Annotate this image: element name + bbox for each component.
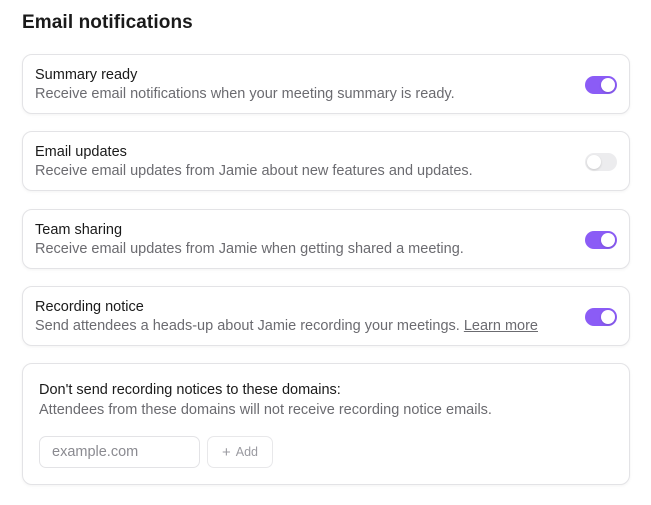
plus-icon: + — [221, 443, 231, 461]
setting-description: Receive email updates from Jamie when ge… — [35, 241, 464, 257]
setting-description: Send attendees a heads-up about Jamie re… — [35, 318, 460, 334]
team-sharing-toggle[interactable] — [585, 231, 617, 249]
setting-email-updates: Email updates Receive email updates from… — [22, 131, 630, 191]
setting-title: Recording notice — [35, 299, 144, 315]
setting-description: Receive email notifications when your me… — [35, 86, 455, 102]
excluded-domains-section: Don't send recording notices to these do… — [22, 363, 630, 485]
summary-ready-toggle[interactable] — [585, 76, 617, 94]
page-title: Email notifications — [22, 12, 193, 33]
add-domain-button[interactable]: + Add — [207, 436, 273, 468]
recording-notice-toggle[interactable] — [585, 308, 617, 326]
domains-title: Don't send recording notices to these do… — [39, 382, 341, 398]
add-button-label: Add — [235, 445, 258, 459]
toggle-knob — [601, 233, 615, 247]
setting-description-row: Send attendees a heads-up about Jamie re… — [35, 318, 538, 334]
setting-recording-notice: Recording notice Send attendees a heads-… — [22, 286, 630, 346]
setting-title: Team sharing — [35, 222, 123, 238]
setting-description: Receive email updates from Jamie about n… — [35, 163, 473, 179]
setting-title: Summary ready — [35, 67, 138, 83]
toggle-knob — [587, 155, 601, 169]
domains-description: Attendees from these domains will not re… — [39, 402, 492, 418]
learn-more-link[interactable]: Learn more — [464, 318, 538, 334]
toggle-knob — [601, 78, 615, 92]
setting-summary-ready: Summary ready Receive email notification… — [22, 54, 630, 114]
email-updates-toggle[interactable] — [585, 153, 617, 171]
setting-team-sharing: Team sharing Receive email updates from … — [22, 209, 630, 269]
toggle-knob — [601, 310, 615, 324]
domain-input[interactable] — [39, 436, 200, 468]
setting-title: Email updates — [35, 144, 127, 160]
